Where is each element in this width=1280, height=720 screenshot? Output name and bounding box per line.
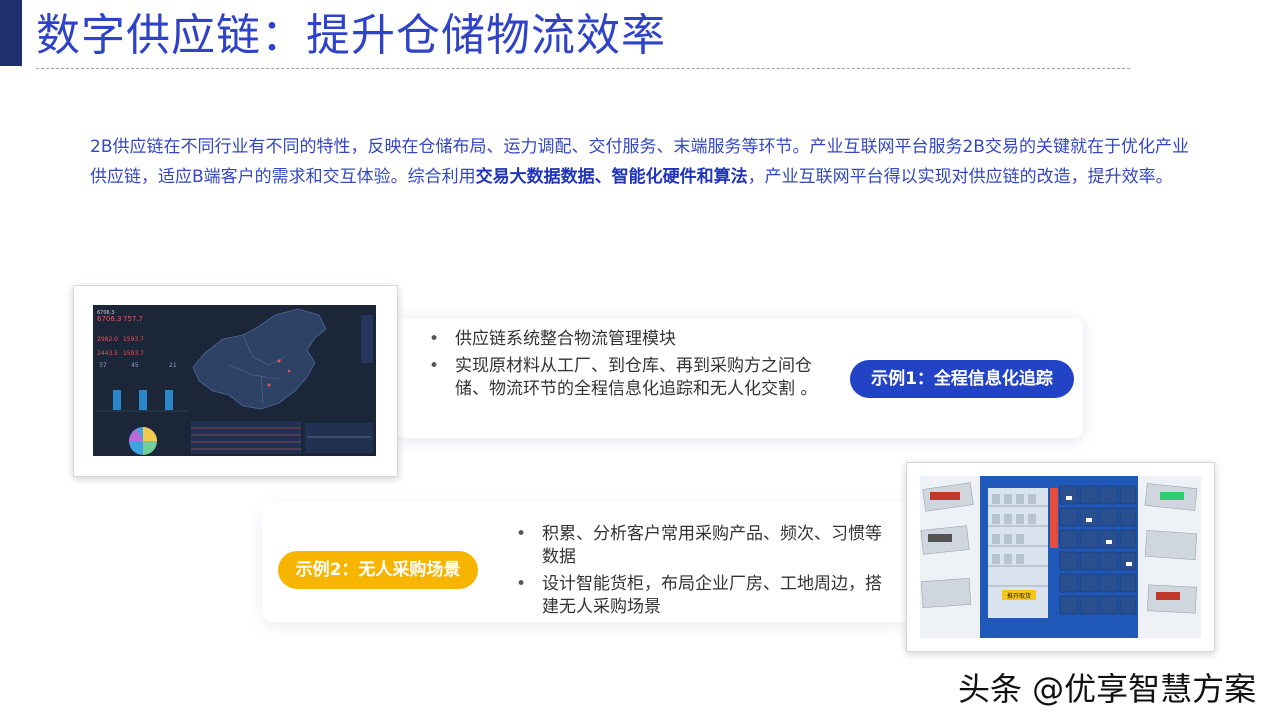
dashboard-stat: 21 bbox=[169, 362, 177, 369]
example2-label: 示例2：无人采购场景 bbox=[278, 551, 478, 589]
vending-pickup-label: 推开取货 bbox=[1007, 592, 1031, 600]
intro-text-2: ，产业互联网平台得以实现对供应链的改造，提升效率。 bbox=[747, 167, 1173, 187]
bullet-item: 设计智能货柜，布局企业厂房、工地周边，搭建无人采购场景 bbox=[512, 573, 892, 619]
dashboard-stat: 37 bbox=[99, 362, 107, 369]
bullet-item: 积累、分析客户常用采购产品、频次、习惯等数据 bbox=[512, 523, 892, 569]
example2-bullets: 积累、分析客户常用采购产品、频次、习惯等数据 设计智能货柜，布局企业厂房、工地周… bbox=[512, 523, 892, 623]
dashboard-screenshot: 6706.3 6706.3 757.7 2982.0 1593.7 2443.5… bbox=[93, 305, 376, 456]
example1-label: 示例1：全程信息化追踪 bbox=[850, 360, 1074, 398]
title-accent-bar bbox=[0, 0, 22, 66]
dashboard-image-frame: 6706.3 6706.3 757.7 2982.0 1593.7 2443.5… bbox=[73, 285, 398, 477]
bullet-item: 实现原材料从工厂、到仓库、再到采购方之间仓储、物流环节的全程信息化追踪和无人化交… bbox=[425, 355, 845, 401]
vending-machine-photo: 推开取货 bbox=[920, 476, 1201, 638]
watermark: 头条 @优享智慧方案 bbox=[958, 670, 1257, 708]
dashboard-stat: 2982.0 bbox=[97, 336, 118, 343]
dashboard-stat: 1593.7 bbox=[123, 336, 144, 343]
title-divider bbox=[36, 68, 1130, 69]
dashboard-stat: 2443.5 bbox=[97, 350, 118, 357]
dashboard-stat: 1593.7 bbox=[123, 350, 144, 357]
dashboard-stat: 45 bbox=[131, 362, 139, 369]
bullet-item: 供应链系统整合物流管理模块 bbox=[425, 328, 845, 351]
intro-emphasis: 交易大数据数据、智能化硬件和算法 bbox=[475, 167, 748, 187]
example1-bullets: 供应链系统整合物流管理模块 实现原材料从工厂、到仓库、再到采购方之间仓储、物流环… bbox=[425, 328, 845, 405]
dashboard-stat: 757.7 bbox=[123, 315, 143, 323]
dashboard-stat: 6706.3 bbox=[97, 315, 122, 323]
vending-image-frame: 推开取货 bbox=[906, 462, 1215, 652]
intro-paragraph: 2B供应链在不同行业有不同的特性，反映在仓储布局、运力调配、交付服务、末端服务等… bbox=[90, 132, 1205, 192]
page-title: 数字供应链：提升仓储物流效率 bbox=[36, 10, 666, 61]
